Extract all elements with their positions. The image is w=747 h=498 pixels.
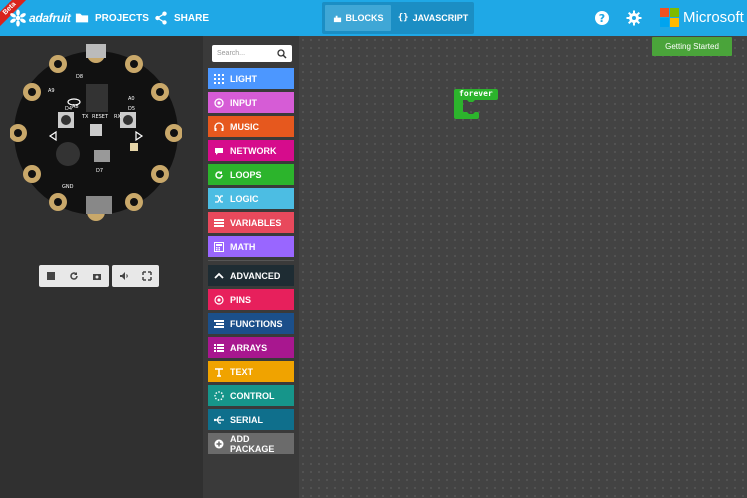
music-icon: [214, 121, 224, 131]
label-a0: A0: [128, 96, 135, 102]
javascript-label: JAVASCRIPT: [412, 13, 469, 23]
category-pins[interactable]: PINS: [208, 289, 294, 310]
restart-icon[interactable]: [69, 271, 79, 281]
top-bar: Beta adafruit PROJECTS SHARE BLOCKS {} J…: [0, 0, 747, 36]
text-icon: [215, 367, 223, 377]
category-label: VARIABLES: [230, 217, 282, 228]
help-icon[interactable]: ?: [594, 10, 610, 26]
simulator-panel: D8 A0 A9 A8 D4 TX RESET RX D5 D7 GND: [0, 36, 203, 498]
stop-icon[interactable]: [46, 271, 56, 281]
screenshot-icon[interactable]: [92, 271, 102, 281]
braces-icon: {}: [397, 13, 409, 23]
projects-button[interactable]: PROJECTS: [75, 0, 149, 36]
category-loops[interactable]: LOOPS: [208, 164, 294, 185]
category-label: LIGHT: [230, 73, 257, 84]
svg-text:?: ?: [599, 12, 605, 25]
label-tx: TX: [81, 114, 89, 120]
category-label: MATH: [230, 241, 256, 252]
label-d8: D8: [76, 74, 83, 80]
category-label: ARRAYS: [230, 342, 268, 353]
category-label: MUSIC: [230, 121, 259, 132]
network-icon: [215, 147, 223, 155]
blocks-tab[interactable]: BLOCKS: [325, 5, 391, 31]
category-variables[interactable]: VARIABLES: [208, 212, 294, 233]
category-label: CONTROL: [230, 390, 275, 401]
simulator-controls-2: [112, 265, 159, 287]
mute-icon[interactable]: [119, 271, 129, 281]
category-label: LOGIC: [230, 193, 259, 204]
share-icon: [155, 11, 167, 25]
category-label: NETWORK: [230, 145, 277, 156]
category-music[interactable]: MUSIC: [208, 116, 294, 137]
blocks-workspace[interactable]: [299, 36, 747, 498]
functions-icon: [214, 319, 224, 328]
puzzle-icon: [333, 15, 341, 22]
blocks-label: BLOCKS: [345, 13, 384, 23]
category-label: PINS: [230, 294, 252, 305]
category-arrays[interactable]: ARRAYS: [208, 337, 294, 358]
label-d5: D5: [128, 106, 135, 112]
microsoft-windows-icon: [660, 8, 679, 27]
input-icon: [214, 97, 224, 108]
category-network[interactable]: NETWORK: [208, 140, 294, 161]
label-reset: RESET: [92, 114, 109, 120]
category-advanced[interactable]: ADVANCED: [208, 265, 294, 286]
add-package-icon: [214, 439, 224, 448]
category-light[interactable]: LIGHT: [208, 68, 294, 89]
control-icon: [214, 390, 224, 401]
loops-icon: [215, 170, 223, 179]
circuit-playground-board[interactable]: D8 A0 A9 A8 D4 TX RESET RX D5 D7 GND: [10, 40, 182, 226]
projects-label: PROJECTS: [95, 12, 149, 24]
label-gnd: GND: [62, 184, 74, 190]
brand-name: adafruit: [29, 11, 71, 25]
gear-icon[interactable]: [626, 10, 642, 26]
share-button[interactable]: SHARE: [154, 0, 209, 36]
category-control[interactable]: CONTROL: [208, 385, 294, 406]
toolbox-separator: [208, 260, 294, 261]
category-label: SERIAL: [230, 414, 264, 425]
usb-icon: [214, 415, 224, 424]
microsoft-label: Microsoft: [683, 9, 744, 26]
javascript-tab[interactable]: {} JAVASCRIPT: [394, 5, 472, 31]
fullscreen-icon[interactable]: [142, 271, 152, 281]
editor-mode-toggle: BLOCKS {} JAVASCRIPT: [322, 2, 474, 34]
category-add-package[interactable]: ADD PACKAGE: [208, 433, 294, 454]
label-d7: D7: [96, 168, 103, 174]
microsoft-logo[interactable]: Microsoft: [660, 8, 744, 27]
category-serial[interactable]: SERIAL: [208, 409, 294, 430]
label-rx: RX: [114, 114, 121, 120]
category-input[interactable]: INPUT: [208, 92, 294, 113]
light-icon: [214, 73, 224, 84]
folder-icon: [75, 13, 89, 23]
label-a9: A9: [48, 88, 55, 94]
category-math[interactable]: MATH: [208, 236, 294, 257]
math-icon: [214, 241, 224, 252]
category-functions[interactable]: FUNCTIONS: [208, 313, 294, 334]
category-label: FUNCTIONS: [230, 318, 283, 329]
chevron-up-icon: [214, 272, 224, 279]
forever-block-label: forever: [459, 89, 493, 98]
arrays-icon: [214, 343, 224, 352]
category-text[interactable]: TEXT: [208, 361, 294, 382]
search-icon[interactable]: [277, 49, 287, 59]
category-label: LOOPS: [230, 169, 262, 180]
category-logic[interactable]: LOGIC: [208, 188, 294, 209]
adafruit-logo[interactable]: adafruit: [9, 9, 71, 27]
category-label: INPUT: [230, 97, 257, 108]
forever-block[interactable]: forever: [453, 89, 499, 120]
category-label: TEXT: [230, 366, 254, 377]
toolbox: Search... LIGHT INPUT MUSIC NETWORK LOOP…: [203, 36, 299, 498]
logic-icon: [215, 194, 223, 203]
getting-started-button[interactable]: Getting Started: [652, 37, 732, 56]
category-label: ADD PACKAGE: [230, 433, 275, 454]
adafruit-flower-icon: [10, 9, 26, 27]
share-label: SHARE: [174, 12, 210, 24]
pins-icon: [214, 294, 224, 305]
category-label: ADVANCED: [230, 270, 281, 281]
simulator-controls: [39, 265, 109, 287]
variables-icon: [214, 218, 224, 227]
label-d4: D4: [65, 106, 72, 112]
